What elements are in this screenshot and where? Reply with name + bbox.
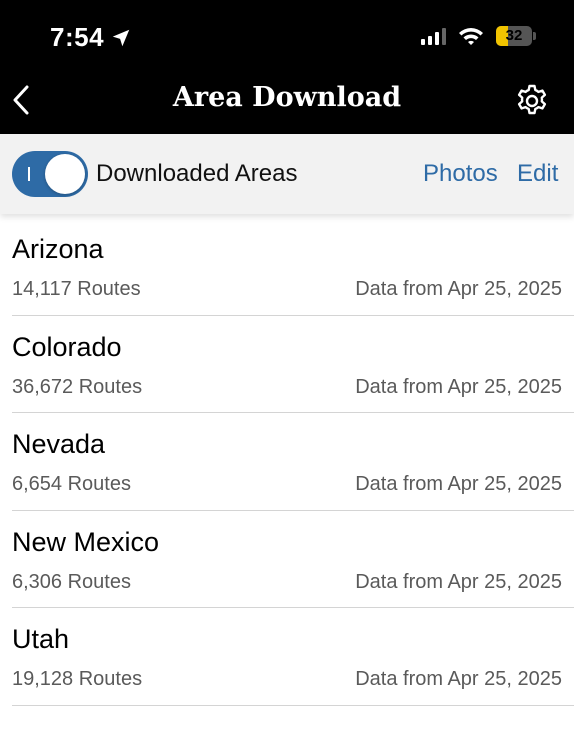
area-name: Colorado <box>12 331 122 362</box>
area-name: Nevada <box>12 429 106 460</box>
battery-icon: 32 <box>496 26 536 46</box>
status-time: 7:54 <box>50 22 132 53</box>
area-data-date: Data from Apr 25, 2025 <box>355 668 562 691</box>
area-route-count: 6,654 Routes <box>12 473 131 496</box>
area-name: Arizona <box>12 234 104 264</box>
battery-level: 32 <box>505 27 523 44</box>
area-data-date: Data from Apr 25, 2025 <box>355 278 562 300</box>
area-name: New Mexico <box>12 526 160 557</box>
area-name: Utah <box>12 624 70 655</box>
area-row-arizona[interactable]: Arizona 14,117 Routes Data from Apr 25, … <box>0 218 574 316</box>
area-route-count: 14,117 Routes <box>12 278 141 300</box>
gear-icon[interactable] <box>514 83 550 119</box>
photos-button[interactable]: Photos <box>423 160 498 188</box>
row-divider <box>12 704 574 706</box>
status-icons: 32 <box>421 26 536 46</box>
area-row-new-mexico[interactable]: New Mexico 6,306 Routes Data from Apr 25… <box>0 511 574 609</box>
cellular-signal-icon <box>421 27 446 45</box>
area-route-count: 6,306 Routes <box>12 570 131 593</box>
area-row-utah[interactable]: Utah 19,128 Routes Data from Apr 25, 202… <box>0 608 574 706</box>
location-arrow-icon <box>112 29 130 46</box>
area-data-date: Data from Apr 25, 2025 <box>355 473 562 496</box>
downloaded-areas-toggle[interactable] <box>12 151 88 197</box>
toggle-label: Downloaded Areas <box>96 160 298 187</box>
area-data-date: Data from Apr 25, 2025 <box>355 570 562 593</box>
area-list: Arizona 14,117 Routes Data from Apr 25, … <box>0 218 574 706</box>
page-title: Area Download <box>172 82 402 113</box>
area-row-colorado[interactable]: Colorado 36,672 Routes Data from Apr 25,… <box>0 316 574 414</box>
area-route-count: 36,672 Routes <box>12 375 143 398</box>
status-time-text: 7:54 <box>50 22 105 52</box>
area-data-date: Data from Apr 25, 2025 <box>355 375 562 398</box>
download-toolbar: Downloaded Areas Photos Edit <box>0 134 574 214</box>
wifi-icon <box>458 26 484 46</box>
edit-button[interactable]: Edit <box>517 160 558 188</box>
top-bar: 7:54 32 Area Download <box>0 0 574 134</box>
toggle-knob <box>45 154 85 194</box>
area-route-count: 19,128 Routes <box>12 668 143 691</box>
area-row-nevada[interactable]: Nevada 6,654 Routes Data from Apr 25, 20… <box>0 413 574 511</box>
